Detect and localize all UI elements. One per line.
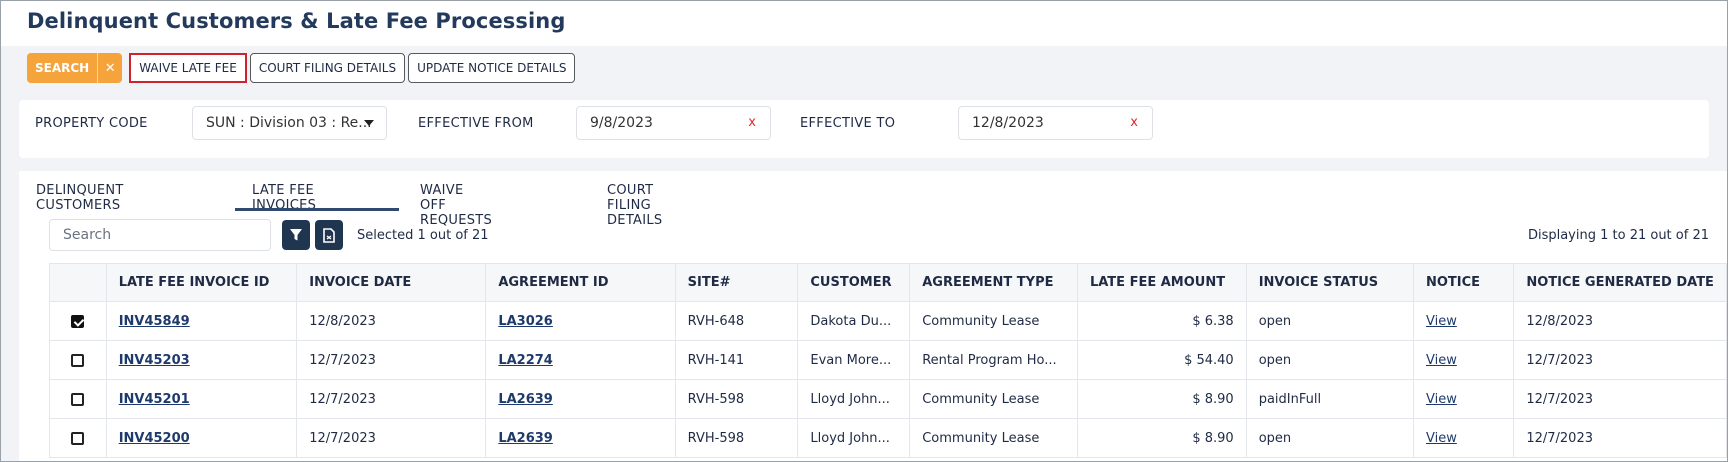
notice-view-link[interactable]: View: [1426, 431, 1457, 446]
notice-view-link[interactable]: View: [1426, 392, 1457, 407]
effective-to-input[interactable]: 12/8/2023 x: [958, 106, 1153, 140]
effective-from-input[interactable]: 9/8/2023 x: [576, 106, 771, 140]
clear-search-button[interactable]: ✕: [97, 53, 123, 83]
customer-cell: Evan More...: [797, 340, 911, 380]
late-fee-invoices-table: LATE FEE INVOICE ID INVOICE DATE AGREEME…: [49, 263, 1727, 458]
site-cell: RVH-598: [674, 379, 799, 419]
invoice-id-link[interactable]: INV45849: [119, 314, 190, 329]
effective-to-value: 12/8/2023: [972, 115, 1044, 131]
table-row[interactable]: INV45201 12/7/2023 LA2639 RVH-598 Lloyd …: [49, 379, 1727, 419]
tab-delinquent-customers[interactable]: DELINQUENT CUSTOMERS: [36, 183, 124, 213]
column-header[interactable]: AGREEMENT TYPE: [909, 263, 1078, 302]
column-header[interactable]: NOTICE: [1412, 263, 1515, 302]
table-header-row: LATE FEE INVOICE ID INVOICE DATE AGREEME…: [49, 263, 1727, 302]
waive-late-fee-button[interactable]: WAIVE LATE FEE: [129, 53, 247, 83]
column-header[interactable]: LATE FEE INVOICE ID: [105, 263, 298, 302]
filter-button[interactable]: [282, 220, 310, 250]
court-filing-details-button[interactable]: COURT FILING DETAILS: [249, 53, 406, 83]
property-code-value: SUN : Division 03 : Re...: [206, 115, 372, 131]
invoice-id-link[interactable]: INV45201: [119, 392, 190, 407]
column-header[interactable]: NOTICE GENERATED DATE: [1513, 263, 1727, 302]
invoice-id-link[interactable]: INV45200: [119, 431, 190, 446]
filter-icon: [290, 229, 302, 241]
chevron-down-icon: [364, 120, 374, 126]
app-frame: Delinquent Customers & Late Fee Processi…: [0, 0, 1728, 462]
invoice-status-cell: open: [1245, 418, 1414, 458]
effective-to-label: EFFECTIVE TO: [800, 116, 896, 131]
filter-panel: PROPERTY CODE SUN : Division 03 : Re... …: [19, 100, 1709, 158]
row-checkbox[interactable]: [71, 431, 85, 445]
export-file-icon: [323, 227, 335, 243]
invoice-date-cell: 12/7/2023: [296, 418, 487, 458]
export-button[interactable]: [315, 220, 343, 250]
invoice-status-cell: open: [1245, 301, 1414, 341]
update-notice-details-button[interactable]: UPDATE NOTICE DETAILS: [408, 53, 576, 83]
column-header[interactable]: INVOICE STATUS: [1245, 263, 1414, 302]
agreement-id-link[interactable]: LA2639: [498, 392, 553, 407]
effective-from-label: EFFECTIVE FROM: [418, 116, 534, 131]
tab-court-filing-details[interactable]: COURT FILING DETAILS: [607, 183, 662, 228]
customer-cell: Lloyd John...: [797, 418, 911, 458]
page-header: Delinquent Customers & Late Fee Processi…: [1, 1, 1727, 46]
late-fee-amount-cell: $ 54.40: [1076, 340, 1247, 380]
agreement-id-link[interactable]: LA2639: [498, 431, 553, 446]
effective-from-value: 9/8/2023: [590, 115, 653, 131]
notice-view-link[interactable]: View: [1426, 314, 1457, 329]
tab-waive-off-requests[interactable]: WAIVE OFF REQUESTS: [420, 183, 492, 228]
customer-cell: Lloyd John...: [797, 379, 911, 419]
agreement-type-cell: Rental Program Ho...: [909, 340, 1078, 380]
notice-date-cell: 12/7/2023: [1513, 418, 1727, 458]
grid-search-input[interactable]: [49, 219, 271, 251]
row-checkbox[interactable]: [71, 353, 85, 367]
site-cell: RVH-648: [674, 301, 799, 341]
selection-count: Selected 1 out of 21: [357, 228, 489, 243]
agreement-type-cell: Community Lease: [909, 379, 1078, 419]
late-fee-amount-cell: $ 8.90: [1076, 379, 1247, 419]
clear-to-icon[interactable]: x: [1130, 115, 1138, 130]
notice-date-cell: 12/7/2023: [1513, 340, 1727, 380]
agreement-id-link[interactable]: LA3026: [498, 314, 553, 329]
property-code-select[interactable]: SUN : Division 03 : Re...: [192, 106, 387, 140]
invoice-date-cell: 12/7/2023: [296, 379, 487, 419]
site-cell: RVH-141: [674, 340, 799, 380]
select-column-header: [49, 263, 107, 302]
column-header[interactable]: CUSTOMER: [797, 263, 911, 302]
action-toolbar: SEARCH ✕ WAIVE LATE FEE COURT FILING DET…: [27, 52, 578, 84]
invoice-date-cell: 12/8/2023: [296, 301, 487, 341]
agreement-type-cell: Community Lease: [909, 301, 1078, 341]
agreement-type-cell: Community Lease: [909, 418, 1078, 458]
invoice-status-cell: paidInFull: [1245, 379, 1414, 419]
customer-cell: Dakota Du...: [797, 301, 911, 341]
invoice-date-cell: 12/7/2023: [296, 340, 487, 380]
main-panel: DELINQUENT CUSTOMERS LATE FEE INVOICES W…: [19, 171, 1727, 461]
table-row[interactable]: INV45849 12/8/2023 LA3026 RVH-648 Dakota…: [49, 301, 1727, 341]
notice-view-link[interactable]: View: [1426, 353, 1457, 368]
late-fee-amount-cell: $ 8.90: [1076, 418, 1247, 458]
site-cell: RVH-598: [674, 418, 799, 458]
notice-date-cell: 12/7/2023: [1513, 379, 1727, 419]
clear-from-icon[interactable]: x: [748, 115, 756, 130]
display-count: Displaying 1 to 21 out of 21: [1527, 228, 1709, 243]
column-header[interactable]: INVOICE DATE: [296, 263, 487, 302]
row-checkbox[interactable]: [71, 392, 85, 406]
invoice-id-link[interactable]: INV45203: [119, 353, 190, 368]
page-title: Delinquent Customers & Late Fee Processi…: [27, 9, 566, 33]
invoice-status-cell: open: [1245, 340, 1414, 380]
active-tab-indicator: [235, 208, 399, 211]
property-code-label: PROPERTY CODE: [35, 116, 148, 131]
table-row[interactable]: INV45203 12/7/2023 LA2274 RVH-141 Evan M…: [49, 340, 1727, 380]
search-button[interactable]: SEARCH: [27, 53, 98, 83]
notice-date-cell: 12/8/2023: [1513, 301, 1727, 341]
column-header[interactable]: AGREEMENT ID: [485, 263, 676, 302]
column-header[interactable]: SITE#: [674, 263, 799, 302]
agreement-id-link[interactable]: LA2274: [498, 353, 553, 368]
column-header[interactable]: LATE FEE AMOUNT: [1076, 263, 1247, 302]
row-checkbox[interactable]: [71, 314, 85, 328]
table-row[interactable]: INV45200 12/7/2023 LA2639 RVH-598 Lloyd …: [49, 418, 1727, 458]
late-fee-amount-cell: $ 6.38: [1076, 301, 1247, 341]
